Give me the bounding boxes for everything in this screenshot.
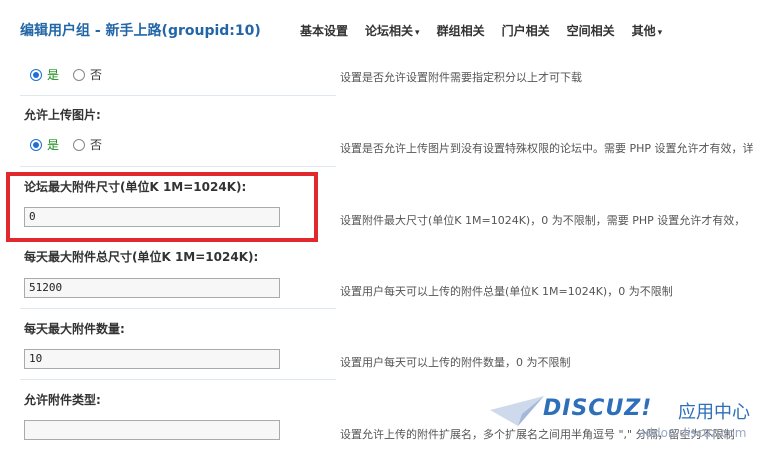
max-attach-size-tip: 设置附件最大尺寸(单位K 1M=1024K)，0 为不限制，需要 PHP 设置允…: [340, 214, 746, 227]
download-points-tip: 设置是否允许设置附件需要指定积分以上才可下载: [340, 71, 582, 84]
chevron-down-icon: ▾: [415, 28, 420, 38]
allowed-types-input[interactable]: [24, 420, 280, 440]
max-daily-total-input[interactable]: 51200: [24, 278, 280, 298]
upload-image-radio-group: 是 否: [30, 136, 116, 153]
watermark-url: addon.discuz.com: [638, 426, 747, 440]
divider: [20, 95, 336, 96]
radio-unchecked-icon: [73, 138, 86, 151]
divider: [20, 379, 336, 380]
page-title: 编辑用户组 - 新手上路(groupid:10): [20, 23, 261, 39]
watermark-suffix: 应用中心: [678, 402, 750, 423]
upload-image-title: 允许上传图片:: [24, 108, 101, 122]
max-daily-total-tip: 设置用户每天可以上传的附件总量(单位K 1M=1024K)，0 为不限制: [340, 285, 673, 298]
watermark-brand: DISCUZ!: [543, 396, 653, 421]
radio-yes[interactable]: 是: [30, 136, 59, 153]
discuz-watermark: DISCUZ! 应用中心 addon.discuz.com: [488, 392, 782, 457]
tab-other[interactable]: 其他 ▾: [632, 22, 663, 39]
tab-basic-settings[interactable]: 基本设置: [300, 22, 348, 39]
divider: [20, 308, 336, 309]
max-daily-count-title: 每天最大附件数量:: [24, 322, 125, 336]
upload-image-tip: 设置是否允许上传图片到没有设置特殊权限的论坛中。需要 PHP 设置允许才有效，详: [340, 142, 754, 155]
divider: [20, 166, 336, 167]
max-daily-total-title: 每天最大附件总尺寸(单位K 1M=1024K):: [24, 250, 259, 264]
radio-no[interactable]: 否: [73, 66, 102, 83]
nav-tabs: 基本设置 论坛相关 ▾ 群组相关 门户相关 空间相关 其他 ▾: [300, 22, 679, 39]
tab-portal[interactable]: 门户相关: [502, 22, 550, 39]
tab-forum[interactable]: 论坛相关 ▾: [365, 22, 420, 39]
radio-yes[interactable]: 是: [30, 66, 59, 83]
max-daily-count-tip: 设置用户每天可以上传的附件数量，0 为不限制: [340, 356, 571, 369]
radio-checked-icon: [30, 138, 42, 151]
tab-space[interactable]: 空间相关: [567, 22, 615, 39]
highlight-box: [6, 172, 318, 242]
radio-unchecked-icon: [73, 68, 86, 81]
page-header: 编辑用户组 - 新手上路(groupid:10) 基本设置 论坛相关 ▾ 群组相关…: [0, 0, 782, 58]
radio-checked-icon: [30, 68, 42, 81]
paper-plane-icon: [490, 396, 544, 426]
tab-group[interactable]: 群组相关: [437, 22, 485, 39]
max-daily-count-input[interactable]: 10: [24, 349, 280, 369]
allowed-types-title: 允许附件类型:: [24, 393, 101, 407]
radio-no[interactable]: 否: [73, 136, 102, 153]
chevron-down-icon: ▾: [657, 28, 663, 38]
download-points-radio-group: 是 否: [30, 66, 116, 83]
